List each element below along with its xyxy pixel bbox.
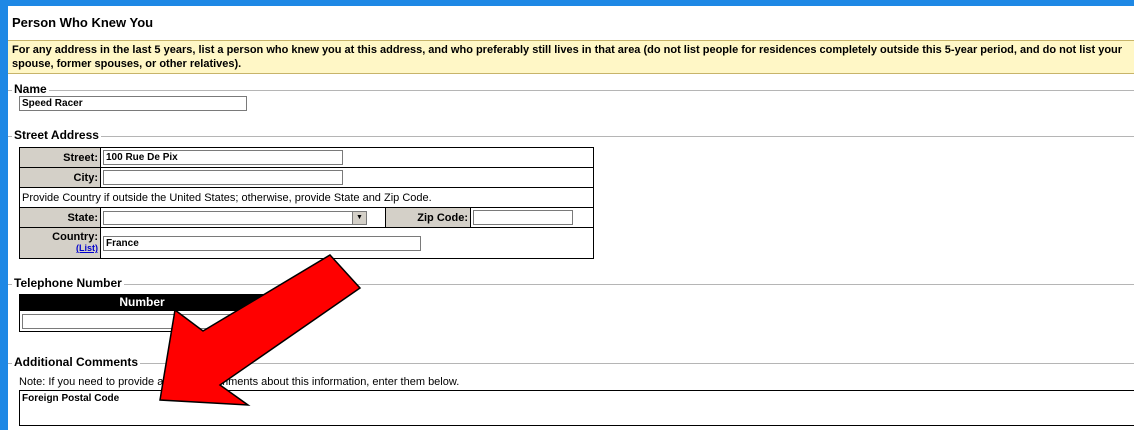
city-cell (100, 167, 594, 188)
country-cell (100, 227, 594, 259)
address-table: Street: City: Provide Country if outside… (19, 147, 594, 259)
name-fieldset-border (8, 90, 1134, 91)
zip-input[interactable] (473, 210, 573, 225)
state-label: State: (19, 207, 101, 228)
comments-fieldset-border (8, 363, 1134, 364)
state-cell: ▼ (100, 207, 386, 228)
table-row: Country: (List) (19, 227, 594, 259)
country-note: Provide Country if outside the United St… (19, 187, 594, 208)
phone-cell (19, 310, 265, 332)
zip-label: Zip Code: (385, 207, 471, 228)
table-row: City: (19, 167, 594, 188)
city-input[interactable] (103, 170, 343, 185)
comments-textarea[interactable]: Foreign Postal Code (19, 390, 1134, 426)
chevron-down-icon[interactable]: ▼ (352, 211, 366, 224)
window-frame-left (0, 0, 8, 430)
name-input[interactable] (19, 96, 247, 111)
name-legend: Name (12, 82, 49, 96)
table-row: Provide Country if outside the United St… (19, 187, 594, 208)
address-legend: Street Address (12, 128, 101, 142)
country-list-link[interactable]: (List) (76, 243, 98, 253)
state-select[interactable]: ▼ (103, 210, 367, 225)
address-fieldset-border (8, 136, 1134, 137)
instructions-text: For any address in the last 5 years, lis… (8, 40, 1134, 74)
zip-cell (470, 207, 594, 228)
country-label-cell: Country: (List) (19, 227, 101, 259)
table-row: Street: (19, 147, 594, 168)
section-title: Person Who Knew You (12, 15, 154, 30)
form-content: Person Who Knew You For any address in t… (8, 6, 1134, 430)
phone-input[interactable] (22, 314, 262, 329)
phone-column-header: Number (19, 294, 265, 310)
table-row: State: ▼ Zip Code: (19, 207, 594, 228)
comments-legend: Additional Comments (12, 355, 141, 369)
country-label: Country: (52, 231, 98, 243)
country-input[interactable] (103, 235, 421, 251)
street-label: Street: (19, 147, 101, 168)
phone-legend: Telephone Number (12, 276, 124, 290)
comments-note: Note: If you need to provide additional … (19, 376, 460, 388)
phone-fieldset-border (8, 284, 1134, 285)
street-cell (100, 147, 594, 168)
street-input[interactable] (103, 150, 343, 165)
city-label: City: (19, 167, 101, 188)
